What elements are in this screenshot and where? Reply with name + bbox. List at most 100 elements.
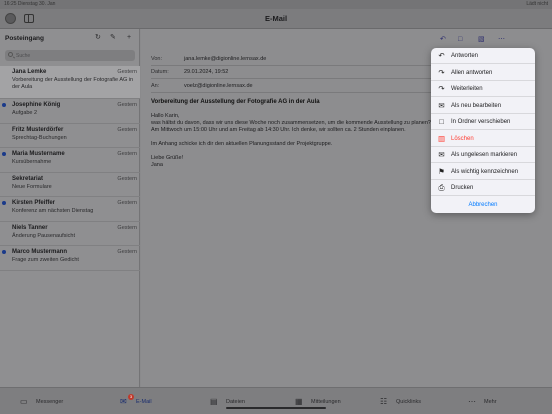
mail-sender: Maria Mustername bbox=[12, 151, 65, 157]
menu-item-label: Drucken bbox=[451, 185, 474, 191]
refresh-icon[interactable]: ↻ bbox=[95, 34, 101, 41]
reply-icon[interactable]: ↶ bbox=[440, 36, 446, 43]
tab-messenger[interactable]: ▭ Messenger bbox=[20, 388, 90, 414]
menu-item-label: Als neu bearbeiten bbox=[451, 102, 502, 109]
unread-badge: 3 bbox=[128, 394, 134, 400]
tab-label: Messenger bbox=[36, 399, 64, 405]
menu-item-label: Antworten bbox=[451, 53, 479, 59]
to-address[interactable]: voelz@digionline.lernsax.de bbox=[184, 83, 253, 89]
from-row: Von: jana.lemke@digionline.lernsax.de bbox=[151, 56, 266, 62]
divider bbox=[151, 92, 446, 93]
mail-sender: Fritz Musterdörfer bbox=[12, 126, 64, 133]
folder-icon[interactable]: □ bbox=[458, 36, 462, 43]
date-row: Datum: 29.01.2024, 19:52 bbox=[151, 69, 228, 75]
compose-icon[interactable]: ✎ bbox=[110, 34, 116, 41]
mail-sender: Sekretariat bbox=[12, 175, 44, 182]
mail-sidebar: Posteingang ↻ ✎ + Jana Lemke Gestern Vorbe… bbox=[0, 29, 140, 387]
tab-label: Mehr bbox=[484, 399, 497, 405]
body-line: Am Mittwoch um 15:00 Uhr und am Freitag … bbox=[151, 127, 406, 133]
menu-item[interactable]: ↷ Weiterleiten bbox=[431, 81, 535, 97]
tab-quicklinks[interactable]: ☷ Quicklinks bbox=[380, 388, 450, 414]
sidebar-header: Posteingang ↻ ✎ + bbox=[0, 29, 140, 47]
unread-dot-icon bbox=[2, 250, 6, 254]
unread-dot-icon bbox=[2, 201, 6, 205]
from-address[interactable]: jana.lemke@digionline.lernsax.de bbox=[184, 56, 266, 62]
tab-files[interactable]: ▤ Dateien bbox=[210, 388, 280, 414]
mail-sender: Kirsten Pfeiffer bbox=[12, 200, 56, 206]
mail-date: Gestern bbox=[117, 224, 137, 231]
message-toolbar: ↶ □ ▧ ⋯ bbox=[432, 36, 552, 46]
inbox-heading: Posteingang bbox=[5, 35, 45, 42]
list-item[interactable]: Sekretariat Gestern Neue Formulare bbox=[0, 173, 140, 197]
list-item[interactable]: Jana Lemke Gestern Vorbereitung der Ausste… bbox=[0, 66, 140, 99]
mail-sender: Josephine König bbox=[12, 102, 61, 108]
unread-dot-icon bbox=[2, 103, 6, 107]
mail-date: Gestern bbox=[117, 102, 137, 108]
mail-subject: Konferenz am nächsten Dienstag bbox=[12, 208, 94, 214]
search-icon bbox=[8, 52, 13, 57]
menu-item[interactable]: ✉ Als neu bearbeiten bbox=[431, 98, 535, 114]
menu-item[interactable]: □ In Ordner verschieben bbox=[431, 114, 535, 130]
add-icon[interactable]: + bbox=[127, 34, 131, 41]
search-input[interactable] bbox=[16, 51, 126, 60]
list-item[interactable]: Kirsten Pfeiffer Gestern Konferenz am näch… bbox=[0, 197, 140, 222]
message-body: Hallo Karin, was hältst du davon, dass w… bbox=[151, 113, 436, 176]
mail-date: Gestern bbox=[117, 175, 137, 182]
mail-date: Gestern bbox=[117, 151, 137, 157]
tab-label: Dateien bbox=[226, 399, 245, 405]
mail-list: Jana Lemke Gestern Vorbereitung der Ausste… bbox=[0, 66, 140, 271]
envelope-icon: ✉ bbox=[438, 150, 445, 159]
list-item[interactable]: Josephine König Gestern Aufgabe 2 bbox=[0, 99, 140, 124]
more-icon: ⋯ bbox=[468, 397, 476, 406]
body-line: Im Anhang schicke ich dir den aktuellen … bbox=[151, 141, 333, 147]
tab-mail[interactable]: ✉ 3 E-Mail bbox=[120, 388, 190, 414]
trash-icon: ▥ bbox=[437, 133, 446, 143]
tab-bar: ▭ Messenger ✉ 3 E-Mail ▤ Dateien ▦ Mitteilungen ☷… bbox=[0, 387, 552, 414]
forward-icon: ↷ bbox=[438, 84, 445, 93]
mail-sender: Niels Tanner bbox=[12, 224, 48, 231]
tab-more[interactable]: ⋯ Mehr bbox=[468, 388, 538, 414]
cancel-button[interactable]: Abbrechen bbox=[431, 197, 535, 213]
menu-item[interactable]: ✉ Als ungelesen markieren bbox=[431, 147, 535, 163]
files-icon: ▤ bbox=[210, 397, 218, 406]
more-icon[interactable]: ⋯ bbox=[498, 36, 505, 43]
tab-label: Mitteilungen bbox=[311, 399, 341, 405]
menu-item-label: In Ordner verschieben bbox=[451, 119, 511, 125]
mail-date: Gestern bbox=[117, 200, 137, 206]
body-line: was hältst du davon, dass wir uns diese … bbox=[151, 120, 431, 126]
menu-item[interactable]: ↶ Antworten bbox=[431, 48, 535, 64]
mail-subject: Vorbereitung der Ausstellung der Fotogra… bbox=[12, 77, 134, 90]
tab-label: Quicklinks bbox=[396, 399, 422, 405]
from-label: Von: bbox=[151, 56, 163, 62]
search-field[interactable] bbox=[5, 50, 135, 61]
message-subject: Vorbereitung der Ausstellung der Fotogra… bbox=[151, 99, 320, 105]
tab-label: E-Mail bbox=[136, 399, 152, 405]
menu-item[interactable]: ▥ Löschen bbox=[431, 131, 535, 147]
trash-icon[interactable]: ▧ bbox=[478, 36, 485, 43]
list-item[interactable]: Maria Mustername Gestern Kursübernahme bbox=[0, 148, 140, 173]
menu-item[interactable]: ⎙ Drucken bbox=[431, 180, 535, 196]
greeting: Hallo Karin, bbox=[151, 113, 180, 119]
list-item[interactable]: Fritz Musterdörfer Gestern Sprechtag-Buchu… bbox=[0, 124, 140, 148]
notifications-icon: ▦ bbox=[295, 397, 303, 406]
menu-item-label: Als wichtig kennzeichnen bbox=[451, 168, 519, 175]
list-item[interactable]: Marco Mustermann Gestern Frage zum zweiten… bbox=[0, 246, 140, 271]
status-bar: 16:25 Dienstag 30. Jan Lädt nicht bbox=[0, 0, 552, 9]
status-time-date: 16:25 Dienstag 30. Jan bbox=[4, 1, 56, 7]
reply-all-icon: ↷ bbox=[438, 67, 445, 77]
divider bbox=[151, 78, 446, 79]
messenger-icon: ▭ bbox=[20, 397, 28, 406]
mail-subject: Frage zum zweiten Gedicht bbox=[12, 257, 79, 263]
home-indicator bbox=[226, 407, 326, 409]
menu-item-label: Weiterleiten bbox=[451, 86, 483, 92]
to-label: An: bbox=[151, 83, 160, 89]
menu-item[interactable]: ⚑ Als wichtig kennzeichnen bbox=[431, 164, 535, 180]
list-item[interactable]: Niels Tanner Gestern Änderung Pausenaufsic… bbox=[0, 222, 140, 246]
menu-item[interactable]: ↷ Allen antworten bbox=[431, 65, 535, 81]
unread-dot-icon bbox=[2, 152, 6, 156]
menu-item-label: Löschen bbox=[451, 135, 474, 142]
menu-item-label: Als ungelesen markieren bbox=[451, 152, 518, 158]
date-label: Datum: bbox=[151, 69, 169, 75]
tab-notifications[interactable]: ▦ Mitteilungen bbox=[295, 388, 365, 414]
context-menu: ↶ Antworten ↷ Allen antworten ↷ Weiterleiten ✉… bbox=[431, 48, 535, 213]
